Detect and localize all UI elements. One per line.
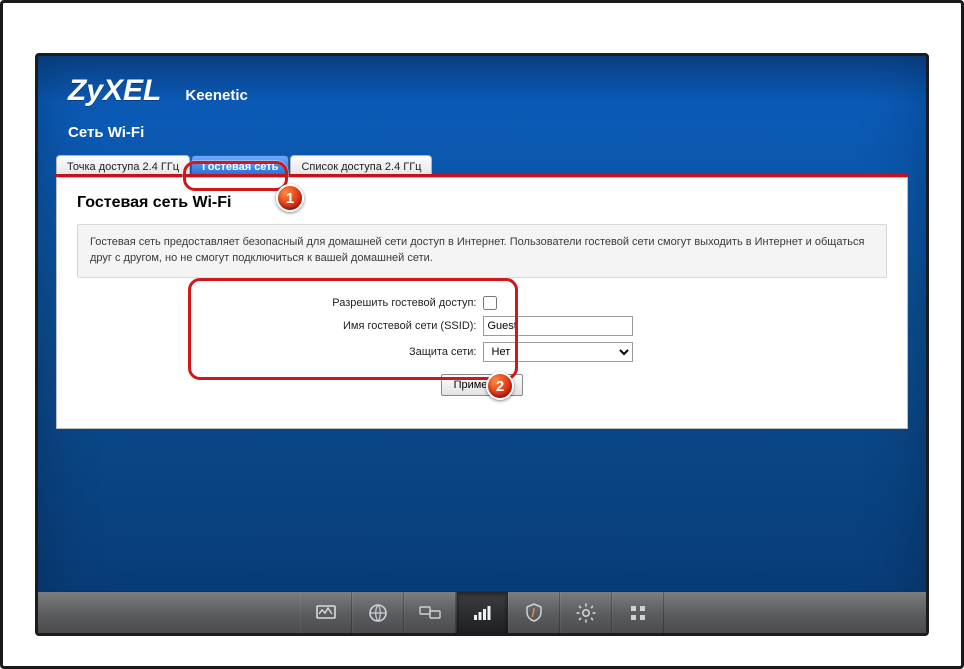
allow-guest-label: Разрешить гостевой доступ: <box>332 297 477 309</box>
bottom-toolbar <box>38 591 926 633</box>
tab-label: Список доступа 2.4 ГГц <box>301 161 421 173</box>
globe-icon <box>366 601 390 625</box>
ssid-input[interactable] <box>483 316 633 336</box>
tab-access-point[interactable]: Точка доступа 2.4 ГГц <box>56 155 190 174</box>
toolbar-globe[interactable] <box>352 592 404 633</box>
toolbar-settings[interactable] <box>560 592 612 633</box>
gear-icon <box>574 601 598 625</box>
brand-logo: ZyXEL <box>68 74 161 108</box>
security-label: Защита сети: <box>332 346 477 358</box>
shield-icon <box>522 601 546 625</box>
monitor-icon <box>314 601 338 625</box>
apply-button[interactable]: Применить <box>441 374 524 396</box>
allow-guest-checkbox[interactable] <box>483 296 497 310</box>
toolbar-monitor[interactable] <box>300 592 352 633</box>
header: ZyXEL Keenetic <box>38 56 926 116</box>
toolbar-shield[interactable] <box>508 592 560 633</box>
tabs-bar: Точка доступа 2.4 ГГц Гостевая сеть Спис… <box>56 155 908 177</box>
panel-title: Гостевая сеть Wi-Fi <box>77 194 887 212</box>
toolbar-wifi[interactable] <box>456 592 508 633</box>
wifi-bars-icon <box>470 601 494 625</box>
brand-model: Keenetic <box>185 87 248 104</box>
router-window: ZyXEL Keenetic Сеть Wi-Fi Точка доступа … <box>35 53 929 636</box>
toolbar-computers[interactable] <box>404 592 456 633</box>
tab-access-list[interactable]: Список доступа 2.4 ГГц <box>290 155 432 174</box>
tab-label: Точка доступа 2.4 ГГц <box>67 161 179 173</box>
security-select[interactable]: Нет <box>483 342 633 362</box>
ssid-label: Имя гостевой сети (SSID): <box>332 320 477 332</box>
page-subtitle: Сеть Wi-Fi <box>68 124 926 141</box>
tab-guest-network[interactable]: Гостевая сеть <box>191 155 289 174</box>
computers-icon <box>418 601 442 625</box>
outer-frame: ZyXEL Keenetic Сеть Wi-Fi Точка доступа … <box>0 0 964 669</box>
guest-form: Разрешить гостевой доступ: Имя гостевой … <box>77 292 887 406</box>
tab-label: Гостевая сеть <box>202 161 278 173</box>
panel-description: Гостевая сеть предоставляет безопасный д… <box>77 224 887 278</box>
toolbar-apps[interactable] <box>612 592 664 633</box>
apps-icon <box>626 601 650 625</box>
content-panel: Гостевая сеть Wi-Fi Гостевая сеть предос… <box>56 177 908 429</box>
